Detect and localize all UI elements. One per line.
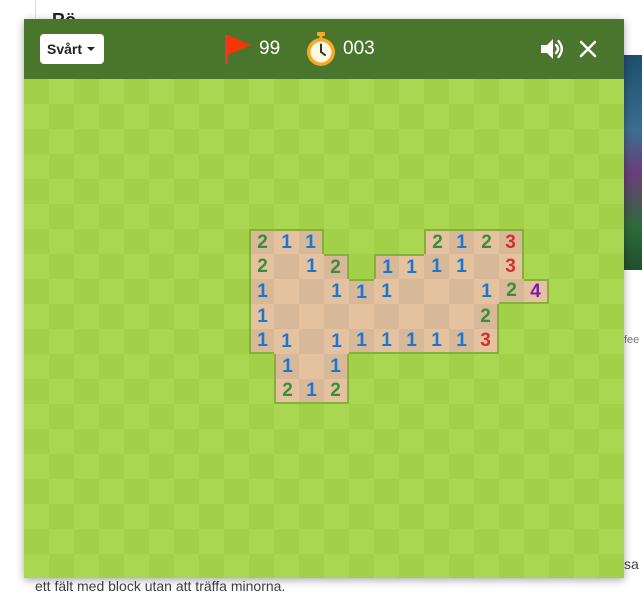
revealed-cell[interactable]: 1 xyxy=(299,379,324,404)
revealed-cell[interactable]: 1 xyxy=(374,254,399,279)
elapsed-time: 003 xyxy=(343,38,375,59)
revealed-cell[interactable]: 3 xyxy=(474,329,499,354)
revealed-cell[interactable] xyxy=(424,304,449,329)
revealed-cell[interactable]: 1 xyxy=(349,329,374,354)
revealed-cell[interactable] xyxy=(399,279,424,304)
revealed-cell[interactable]: 3 xyxy=(499,254,524,279)
revealed-cell[interactable]: 1 xyxy=(274,354,299,379)
revealed-cell[interactable]: 1 xyxy=(449,254,474,279)
revealed-cell[interactable]: 2 xyxy=(324,254,349,279)
revealed-cell[interactable] xyxy=(299,329,324,354)
revealed-cell[interactable]: 1 xyxy=(249,329,274,354)
revealed-cell[interactable]: 1 xyxy=(424,254,449,279)
revealed-cell[interactable]: 1 xyxy=(324,329,349,354)
revealed-cell[interactable]: 1 xyxy=(299,254,324,279)
revealed-cell[interactable]: 2 xyxy=(424,229,449,254)
flags-remaining-count: 99 xyxy=(259,38,281,59)
revealed-cell[interactable]: 1 xyxy=(474,279,499,304)
revealed-cell[interactable] xyxy=(274,304,299,329)
revealed-cell[interactable]: 1 xyxy=(399,254,424,279)
revealed-cell[interactable]: 2 xyxy=(249,229,274,254)
caret-down-icon xyxy=(87,47,96,51)
revealed-cell[interactable] xyxy=(299,354,324,379)
revealed-cell[interactable]: 1 xyxy=(424,329,449,354)
background-footer-text: ett fält med block utan att träffa minor… xyxy=(35,578,286,594)
revealed-cell[interactable]: 1 xyxy=(324,279,349,304)
sound-icon[interactable] xyxy=(539,37,567,61)
difficulty-dropdown[interactable]: Svårt xyxy=(40,34,105,64)
game-toolbar: Svårt 99 003 xyxy=(24,19,624,79)
difficulty-label: Svårt xyxy=(47,41,83,57)
revealed-cell[interactable]: 2 xyxy=(324,379,349,404)
revealed-cell[interactable]: 1 xyxy=(374,329,399,354)
revealed-cell[interactable] xyxy=(349,304,374,329)
revealed-cell[interactable]: 2 xyxy=(474,304,499,329)
revealed-cell[interactable] xyxy=(299,279,324,304)
stopwatch-icon xyxy=(305,31,337,67)
minesweeper-window: Svårt 99 003 2 1 1 2 1 2 3 2 1 2 1 1 1 1… xyxy=(24,19,624,578)
revealed-cell[interactable] xyxy=(274,279,299,304)
revealed-cell[interactable]: 1 xyxy=(274,329,299,354)
revealed-cell[interactable] xyxy=(399,304,424,329)
revealed-cell[interactable] xyxy=(299,304,324,329)
revealed-cell[interactable] xyxy=(374,304,399,329)
page-divider xyxy=(35,0,36,18)
background-side-text: fee xyxy=(624,334,640,346)
revealed-cell[interactable]: 1 xyxy=(274,229,299,254)
revealed-cell[interactable]: 1 xyxy=(449,329,474,354)
revealed-cell[interactable]: 1 xyxy=(249,304,274,329)
revealed-cell[interactable] xyxy=(474,254,499,279)
revealed-cell[interactable]: 3 xyxy=(499,229,524,254)
revealed-cell[interactable] xyxy=(449,279,474,304)
close-icon[interactable] xyxy=(577,38,599,60)
revealed-cell[interactable] xyxy=(324,304,349,329)
background-side-text-2: sa xyxy=(624,556,639,572)
revealed-cell[interactable]: 1 xyxy=(449,229,474,254)
revealed-cell[interactable]: 2 xyxy=(499,279,524,304)
background-image xyxy=(622,55,642,270)
revealed-cell[interactable]: 1 xyxy=(374,279,399,304)
revealed-cell[interactable]: 1 xyxy=(399,329,424,354)
revealed-cell[interactable]: 1 xyxy=(299,229,324,254)
revealed-cell[interactable] xyxy=(449,304,474,329)
revealed-cell[interactable]: 4 xyxy=(524,279,549,304)
game-board[interactable]: 21121232121111311111241211111111311212 xyxy=(24,79,624,578)
revealed-cell[interactable]: 2 xyxy=(249,254,274,279)
revealed-cell[interactable] xyxy=(274,254,299,279)
revealed-cell[interactable]: 2 xyxy=(274,379,299,404)
revealed-cell[interactable]: 1 xyxy=(324,354,349,379)
revealed-cell[interactable]: 1 xyxy=(249,279,274,304)
flag-icon xyxy=(222,32,252,66)
revealed-cell[interactable] xyxy=(424,279,449,304)
revealed-cell[interactable]: 1 xyxy=(349,279,374,304)
revealed-cell[interactable]: 2 xyxy=(474,229,499,254)
